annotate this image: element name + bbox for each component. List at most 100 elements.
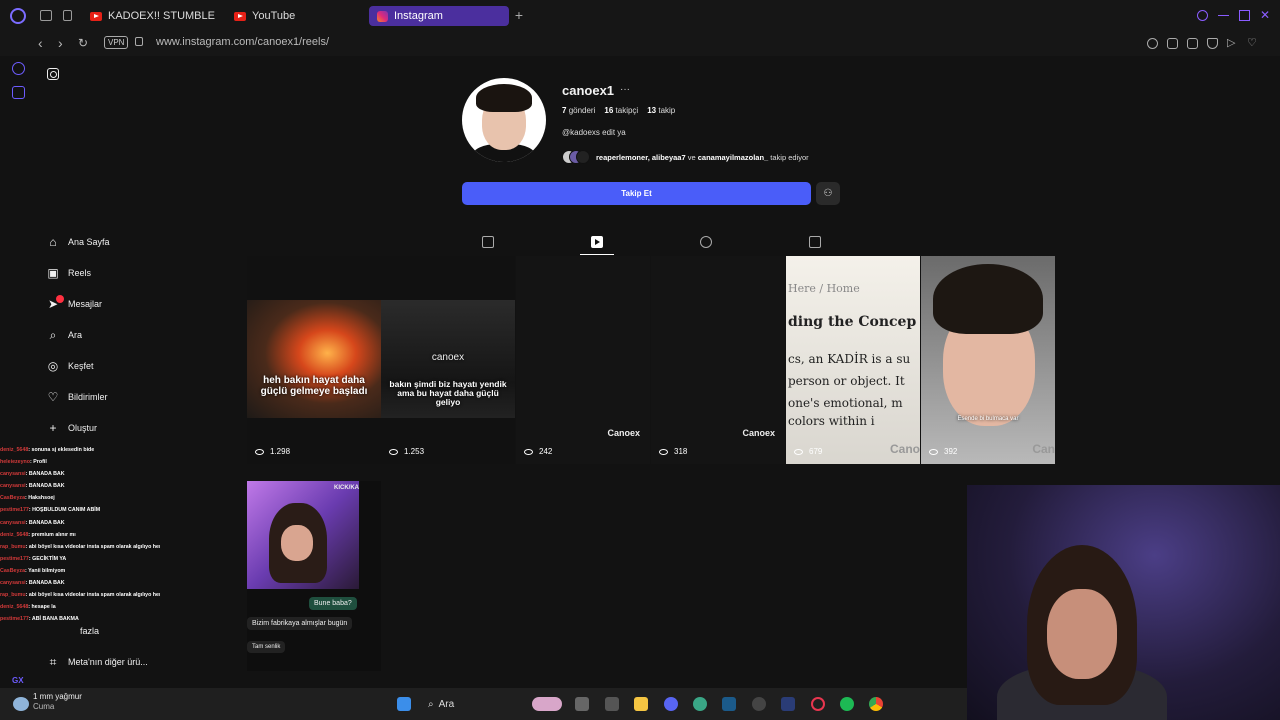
weather-widget[interactable]: 1 mm yağmur Cuma bbox=[33, 692, 82, 712]
reel-item[interactable]: KICK/KA Bune baba? Bizim fabrikaya almış… bbox=[247, 481, 381, 671]
chat-text: : BANADA BAK bbox=[25, 483, 65, 490]
shield-icon[interactable] bbox=[1207, 38, 1218, 49]
sidebar-item-home[interactable]: ⌂ Ana Sayfa bbox=[46, 232, 109, 252]
weather-day: Cuma bbox=[33, 702, 55, 711]
back-icon[interactable]: ‹ bbox=[38, 35, 43, 51]
reel-views: 1.253 bbox=[389, 447, 424, 456]
play-icon[interactable]: ▷ bbox=[1227, 36, 1238, 49]
sidebar-item-explore[interactable]: ◎ Keşfet bbox=[46, 356, 94, 376]
tab-tagged-icon[interactable] bbox=[809, 236, 821, 248]
followers-stat[interactable]: 16 takipçi bbox=[604, 106, 638, 115]
tab-stumble-guys[interactable]: KADOEX!! STUMBLE GUYS bbox=[82, 6, 216, 26]
following-stat[interactable]: 13 takip bbox=[647, 106, 675, 115]
search-tabs-icon[interactable] bbox=[1197, 10, 1208, 21]
reel-thumbnail bbox=[247, 300, 381, 418]
url-field[interactable]: www.instagram.com/canoex1/reels/ bbox=[156, 36, 329, 48]
sidebar-item-label: Mesajlar bbox=[68, 299, 103, 309]
windows-start-icon[interactable] bbox=[397, 697, 411, 711]
profile-avatar[interactable] bbox=[462, 78, 546, 162]
steam-icon[interactable] bbox=[722, 697, 736, 711]
zoom-icon[interactable] bbox=[1147, 38, 1158, 49]
close-icon[interactable]: ✕ bbox=[1260, 9, 1271, 21]
views-icon bbox=[524, 448, 533, 455]
followed-by-names: reaperlemoner, alibeyaa7 bbox=[596, 152, 686, 162]
search-icon: ⌕ bbox=[49, 328, 57, 342]
youtube-icon bbox=[90, 11, 102, 21]
reel-item[interactable]: Esende bi bulmaca var Can 392 bbox=[921, 256, 1055, 464]
lock-icon[interactable] bbox=[135, 37, 143, 46]
sidebar-item-search[interactable]: ⌕ Ara bbox=[46, 325, 82, 345]
followed-by[interactable]: reaperlemoner, alibeyaa7 ve canamayilmaz… bbox=[562, 148, 809, 166]
sidebar-item-meta[interactable]: ⌗ Meta'nın diğer ürü... bbox=[46, 652, 148, 672]
instagram-icon bbox=[377, 10, 388, 22]
reel-brand: Cano bbox=[890, 442, 920, 456]
follow-button[interactable]: Takip Et bbox=[462, 182, 811, 205]
sidebar-item-messages[interactable]: ➤ Mesajlar bbox=[46, 294, 102, 314]
task-view-icon[interactable] bbox=[575, 697, 589, 711]
sidebar-item-label: Bildirimler bbox=[68, 392, 108, 402]
minimize-icon[interactable] bbox=[1218, 10, 1229, 16]
profile-username: canoex1 bbox=[562, 83, 615, 98]
chat-text: : abi böyel kısa videolar insta spam ola… bbox=[25, 543, 160, 550]
posts-count: 7 bbox=[562, 106, 567, 115]
tab-reels-icon[interactable] bbox=[591, 236, 603, 248]
tab-posts-grid-icon[interactable] bbox=[482, 236, 494, 248]
follower-avatars bbox=[562, 150, 590, 164]
chat-username: deniz_5648 bbox=[0, 447, 29, 453]
profile-bio: @kadoexs edit ya bbox=[562, 128, 626, 137]
sidebar-item-reels[interactable]: ▣ Reels bbox=[46, 263, 91, 283]
heart-icon: ♡ bbox=[47, 390, 59, 404]
sidebar-item-create[interactable]: + Oluştur bbox=[46, 418, 97, 438]
suggested-users-button[interactable]: ⚇ bbox=[816, 182, 840, 205]
app-icon[interactable] bbox=[605, 697, 619, 711]
page-icon[interactable] bbox=[63, 10, 72, 21]
heart-icon[interactable]: ♡ bbox=[1247, 36, 1258, 49]
reel-item[interactable]: canoex bakın şimdi biz hayatı yendik ama… bbox=[381, 256, 515, 464]
chat-message: CasBeyza: Yanii bilmiyom bbox=[0, 565, 160, 577]
maximize-icon[interactable] bbox=[1239, 10, 1250, 21]
tab-instagram[interactable]: Instagram bbox=[369, 6, 509, 26]
tab-youtube[interactable]: YouTube bbox=[226, 6, 303, 26]
obs-icon[interactable] bbox=[752, 697, 766, 711]
new-tab-icon[interactable]: + bbox=[512, 8, 526, 22]
chat-text: : Profil bbox=[30, 459, 47, 466]
spotify-icon[interactable] bbox=[840, 697, 854, 711]
browser-tab-bar: KADOEX!! STUMBLE GUYS YouTube Instagram … bbox=[0, 0, 1280, 32]
vpn-badge[interactable]: VPN bbox=[104, 36, 129, 49]
followers-label: takipçi bbox=[615, 106, 639, 115]
more-options-icon[interactable]: ··· bbox=[620, 84, 630, 95]
app-icon[interactable] bbox=[693, 697, 707, 711]
opera-gx-icon[interactable] bbox=[811, 697, 825, 711]
reel-item[interactable]: heh bakın hayat daha güçlü gelmeye başla… bbox=[247, 256, 381, 464]
chrome-icon[interactable] bbox=[869, 697, 883, 711]
views-icon bbox=[929, 448, 938, 455]
opera-logo-icon[interactable] bbox=[10, 8, 26, 24]
aria-icon[interactable] bbox=[12, 86, 25, 99]
forward-icon[interactable]: › bbox=[58, 35, 63, 51]
sidebar-item-label: Reels bbox=[68, 268, 92, 278]
sidebar-item-notifications[interactable]: ♡ Bildirimler bbox=[46, 387, 108, 407]
discord-icon[interactable] bbox=[664, 697, 678, 711]
chat-username: pestime177 bbox=[0, 555, 29, 562]
chat-username: deniz_5648 bbox=[0, 604, 29, 611]
tab-reposts-icon[interactable] bbox=[700, 236, 712, 248]
reel-views: 242 bbox=[524, 447, 552, 456]
reel-thumbnail bbox=[921, 256, 1055, 464]
file-explorer-icon[interactable] bbox=[634, 697, 648, 711]
reel-item[interactable]: Canoex 242 bbox=[516, 256, 650, 464]
workspace-icon[interactable] bbox=[40, 10, 52, 21]
speed-dial-icon[interactable] bbox=[12, 62, 25, 75]
chat-username: CasBeyza bbox=[0, 495, 26, 502]
sidebar-item-label: Oluştur bbox=[68, 423, 98, 433]
snapshot-icon[interactable] bbox=[1187, 38, 1198, 49]
weather-icon[interactable] bbox=[13, 697, 29, 711]
reel-item[interactable]: Canoex 318 bbox=[651, 256, 785, 464]
reload-icon[interactable]: ↻ bbox=[78, 36, 88, 50]
extensions-icon[interactable] bbox=[1167, 38, 1178, 49]
instagram-logo-icon[interactable] bbox=[47, 68, 59, 80]
doc-line: person or object. It bbox=[788, 374, 905, 388]
taskbar-search[interactable]: ⌕ Ara bbox=[428, 697, 454, 711]
reel-item[interactable]: Here / Home ding the Concep cs, an KADİR… bbox=[786, 256, 920, 464]
photoshop-icon[interactable] bbox=[781, 697, 795, 711]
stream-chat: deniz_5648: sonuna sj eklesedin bide hele… bbox=[0, 444, 160, 654]
